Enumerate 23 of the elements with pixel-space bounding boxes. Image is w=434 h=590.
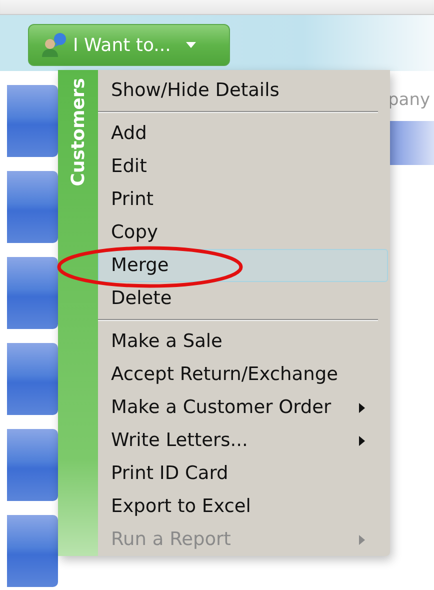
menu-item[interactable]: Edit — [98, 150, 388, 183]
menu-item[interactable]: Show/Hide Details — [98, 74, 388, 107]
menu-item[interactable]: Make a Sale — [98, 325, 388, 358]
menu-item[interactable]: Print ID Card — [98, 457, 388, 490]
sidebar-tile — [7, 85, 58, 157]
menu-item[interactable]: Print — [98, 183, 388, 216]
column-header: pany — [388, 89, 430, 112]
menu-item[interactable]: Copy — [98, 216, 388, 249]
menu-side-label: Customers — [66, 78, 90, 186]
sidebar-tile — [7, 343, 58, 415]
menu-item[interactable]: Export to Excel — [98, 490, 388, 523]
user-help-icon — [41, 32, 67, 58]
menu-item[interactable]: Add — [98, 117, 388, 150]
menu-item[interactable]: Make a Customer Order — [98, 391, 388, 424]
sidebar-tile — [7, 171, 58, 243]
sidebar-tile — [7, 429, 58, 501]
menu-item[interactable]: Delete — [98, 282, 388, 315]
menu-item[interactable]: Accept Return/Exchange — [98, 358, 388, 391]
sidebar-tile — [7, 515, 58, 587]
sidebar-tile — [7, 257, 58, 329]
menu-item[interactable]: Write Letters... — [98, 424, 388, 457]
header-bar — [388, 121, 434, 165]
menu-item[interactable]: Merge — [98, 249, 388, 282]
